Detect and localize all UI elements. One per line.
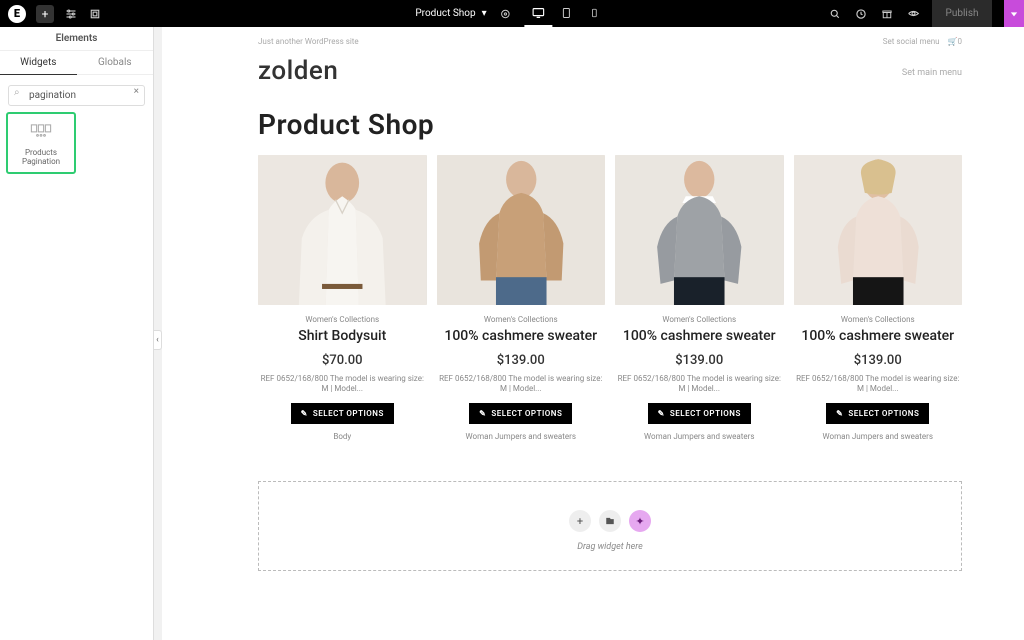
elements-panel: Elements Widgets Globals ⌕ × Products Pa… xyxy=(0,27,154,640)
select-options-button[interactable]: ✎SELECT OPTIONS xyxy=(291,403,394,424)
add-element-button[interactable]: + xyxy=(36,5,54,23)
device-desktop-icon[interactable] xyxy=(525,0,553,27)
select-options-button[interactable]: ✎SELECT OPTIONS xyxy=(826,403,929,424)
cart-indicator[interactable]: 🛒0 xyxy=(948,37,962,46)
product-category[interactable]: Women's Collections xyxy=(437,315,606,324)
device-tablet-icon[interactable] xyxy=(553,0,581,27)
product-price: $70.00 xyxy=(258,353,427,368)
settings-sliders-icon[interactable] xyxy=(64,7,78,21)
product-tags[interactable]: Woman Jumpers and sweaters xyxy=(615,432,784,441)
product-desc: REF 0652/168/800 The model is wearing si… xyxy=(794,374,963,395)
publish-button[interactable]: Publish xyxy=(932,0,992,27)
product-desc: REF 0652/168/800 The model is wearing si… xyxy=(615,374,784,395)
product-price: $139.00 xyxy=(437,353,606,368)
add-section-button[interactable]: + xyxy=(569,510,591,532)
ai-button[interactable]: ✦ xyxy=(629,510,651,532)
clear-search-icon[interactable]: × xyxy=(134,86,139,97)
panel-collapse-handle[interactable]: ‹ xyxy=(154,330,162,350)
pagination-widget-icon xyxy=(10,124,72,142)
product-category[interactable]: Women's Collections xyxy=(615,315,784,324)
product-price: $139.00 xyxy=(615,353,784,368)
page-title: Product Shop xyxy=(258,108,962,141)
product-image[interactable] xyxy=(258,155,427,305)
structure-icon[interactable] xyxy=(88,7,102,21)
set-social-menu[interactable]: Set social menu xyxy=(883,37,940,46)
set-main-menu[interactable]: Set main menu xyxy=(902,68,962,78)
page-settings-icon[interactable] xyxy=(499,7,513,21)
product-tags[interactable]: Body xyxy=(258,432,427,441)
product-title[interactable]: Shirt Bodysuit xyxy=(258,328,427,345)
drop-zone[interactable]: + ✦ Drag widget here xyxy=(258,481,962,572)
top-toolbar: E + Product Shop ▾ xyxy=(0,0,1024,27)
product-desc: REF 0652/168/800 The model is wearing si… xyxy=(258,374,427,395)
canvas-preview: Just another WordPress site Set social m… xyxy=(162,27,1024,640)
widget-search: ⌕ × xyxy=(8,83,145,106)
widget-products-pagination[interactable]: Products Pagination xyxy=(6,112,76,174)
product-category[interactable]: Women's Collections xyxy=(258,315,427,324)
widget-label: Products Pagination xyxy=(10,148,72,166)
history-icon[interactable] xyxy=(854,7,868,21)
product-title[interactable]: 100% cashmere sweater xyxy=(794,328,963,345)
wand-icon: ✎ xyxy=(836,409,843,418)
product-grid: Women's Collections Shirt Bodysuit $70.0… xyxy=(258,155,962,441)
product-card: Women's Collections Shirt Bodysuit $70.0… xyxy=(258,155,427,441)
product-card: Women's Collections 100% cashmere sweate… xyxy=(437,155,606,441)
product-category[interactable]: Women's Collections xyxy=(794,315,963,324)
product-price: $139.00 xyxy=(794,353,963,368)
device-mobile-icon[interactable] xyxy=(581,0,609,27)
publish-options-button[interactable] xyxy=(1004,0,1024,27)
product-card: Women's Collections 100% cashmere sweate… xyxy=(794,155,963,441)
elementor-logo-icon[interactable]: E xyxy=(8,5,26,23)
site-brand: zolden xyxy=(258,56,338,86)
tab-globals[interactable]: Globals xyxy=(77,51,154,75)
tab-widgets[interactable]: Widgets xyxy=(0,51,77,75)
page-selector[interactable]: Product Shop ▾ xyxy=(415,8,486,19)
product-title[interactable]: 100% cashmere sweater xyxy=(615,328,784,345)
product-image[interactable] xyxy=(615,155,784,305)
chevron-down-icon: ▾ xyxy=(482,8,487,19)
panel-title: Elements xyxy=(0,27,153,51)
site-tagline: Just another WordPress site xyxy=(258,37,359,46)
add-template-button[interactable] xyxy=(599,510,621,532)
search-icon[interactable] xyxy=(828,7,842,21)
select-options-button[interactable]: ✎SELECT OPTIONS xyxy=(469,403,572,424)
preview-eye-icon[interactable] xyxy=(906,7,920,21)
product-tags[interactable]: Woman Jumpers and sweaters xyxy=(794,432,963,441)
gift-icon[interactable] xyxy=(880,7,894,21)
product-image[interactable] xyxy=(794,155,963,305)
wand-icon: ✎ xyxy=(301,409,308,418)
wand-icon: ✎ xyxy=(658,409,665,418)
wand-icon: ✎ xyxy=(479,409,486,418)
page-name: Product Shop xyxy=(415,8,475,19)
search-input[interactable] xyxy=(8,85,145,106)
select-options-button[interactable]: ✎SELECT OPTIONS xyxy=(648,403,751,424)
product-title[interactable]: 100% cashmere sweater xyxy=(437,328,606,345)
product-card: Women's Collections 100% cashmere sweate… xyxy=(615,155,784,441)
product-tags[interactable]: Woman Jumpers and sweaters xyxy=(437,432,606,441)
search-icon: ⌕ xyxy=(14,87,20,98)
product-desc: REF 0652/168/800 The model is wearing si… xyxy=(437,374,606,395)
product-image[interactable] xyxy=(437,155,606,305)
drop-zone-label: Drag widget here xyxy=(259,542,961,552)
